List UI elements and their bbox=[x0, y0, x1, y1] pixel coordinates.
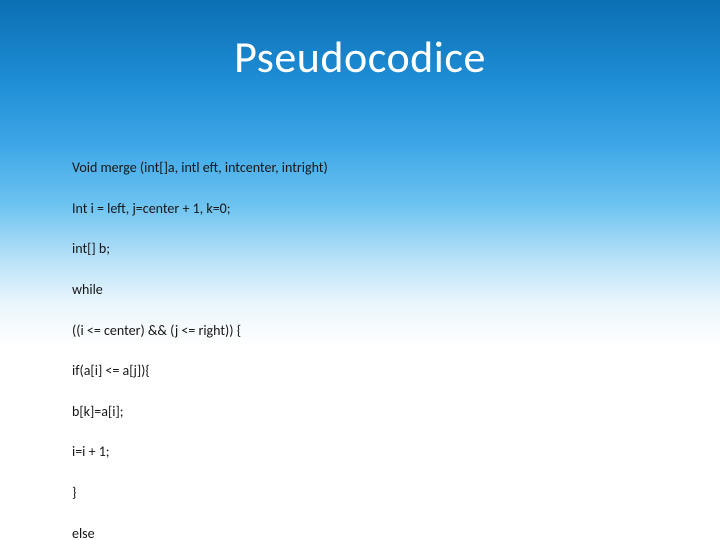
code-line: while bbox=[72, 280, 328, 300]
code-line: b[k]=a[i]; bbox=[72, 402, 328, 422]
code-line: else bbox=[72, 524, 328, 540]
code-line: } bbox=[72, 483, 328, 503]
pseudocode-block: Void merge (int[]a, intl eft, intcenter,… bbox=[72, 138, 328, 540]
code-line: Void merge (int[]a, intl eft, intcenter,… bbox=[72, 158, 328, 178]
code-line: i=i + 1; bbox=[72, 442, 328, 462]
slide-title: Pseudocodice bbox=[0, 0, 720, 84]
code-line: if(a[i] <= a[j]){ bbox=[72, 361, 328, 381]
code-line: Int i = left, j=center + 1, k=0; bbox=[72, 199, 328, 219]
code-line: ((i <= center) && (j <= right)) { bbox=[72, 321, 328, 341]
code-line: int[] b; bbox=[72, 239, 328, 259]
